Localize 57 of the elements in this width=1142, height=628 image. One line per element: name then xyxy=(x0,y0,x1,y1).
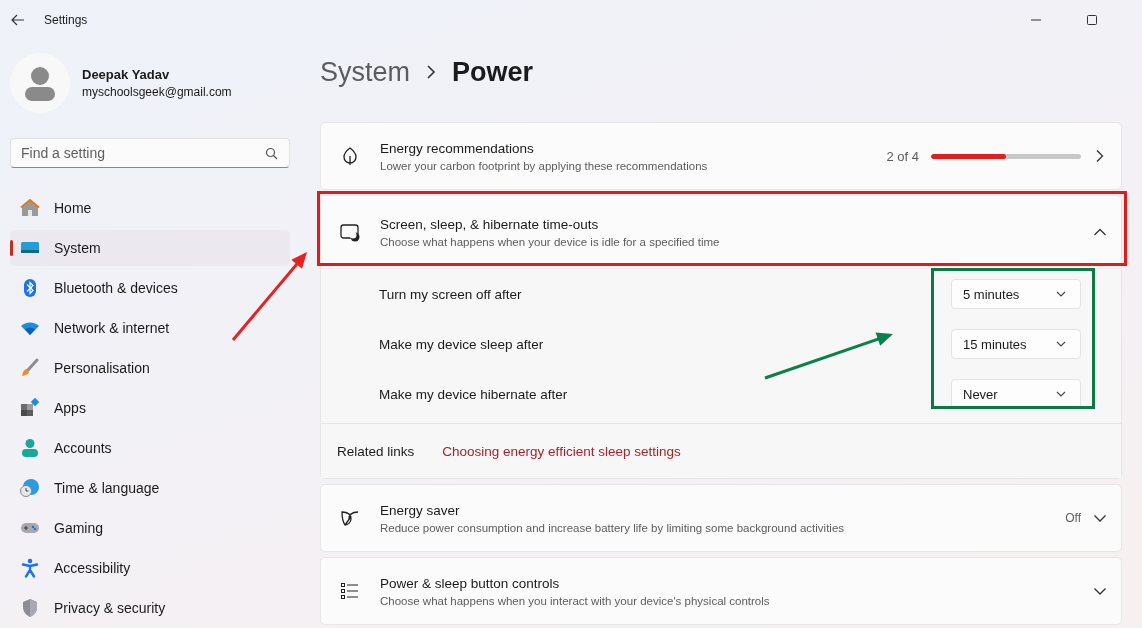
dropdown[interactable]: Never xyxy=(951,379,1081,409)
setting-label: Make my device hibernate after xyxy=(379,386,568,402)
card-header[interactable]: Energy recommendations Lower your carbon footprint by applying these recommendations 2 of 4 xyxy=(321,123,1121,189)
breadcrumb-parent[interactable]: System xyxy=(320,56,411,88)
time-icon xyxy=(20,478,40,498)
card-subtitle: Choose what happens when your device is idle for a specified time xyxy=(380,235,721,248)
home-icon xyxy=(20,198,40,218)
nav-item[interactable]: Time & language xyxy=(10,470,290,506)
related-links-label: Related links xyxy=(337,443,415,459)
setting-label: Make my device sleep after xyxy=(379,336,544,352)
window-title: Settings xyxy=(44,13,88,27)
nav-item[interactable]: Bluetooth & devices xyxy=(10,270,290,306)
maximize-icon[interactable] xyxy=(1086,14,1098,26)
avatar-icon[interactable] xyxy=(10,53,70,113)
nav-item[interactable]: Privacy & security xyxy=(10,590,290,626)
card-title: Energy recommendations xyxy=(380,140,535,156)
chevron-right-icon xyxy=(426,65,437,79)
nav-item[interactable]: Accessibility xyxy=(10,550,290,586)
status-text: Off xyxy=(1065,511,1081,525)
accounts-icon xyxy=(20,438,40,458)
dropdown[interactable]: 5 minutes xyxy=(951,279,1081,309)
card-title: Energy saver xyxy=(380,502,461,518)
nav-item[interactable]: Gaming xyxy=(10,510,290,546)
chevron-down-icon xyxy=(1056,339,1066,349)
apps-icon xyxy=(20,398,40,418)
chevron-down-icon xyxy=(1056,289,1066,299)
back-arrow-icon[interactable] xyxy=(11,14,25,26)
nav-item[interactable]: Apps xyxy=(10,390,290,426)
card-header[interactable]: Energy saver Reduce power consumption and increase battery life by limiting some background activities Off xyxy=(321,485,1121,551)
setting-label: Turn my screen off after xyxy=(379,286,522,302)
nav-item[interactable]: Accounts xyxy=(10,430,290,466)
card-title: Screen, sleep, & hibernate time-outs xyxy=(380,216,600,232)
nav-item[interactable]: System xyxy=(10,230,290,266)
leaf-icon xyxy=(340,146,360,166)
page-title: Power xyxy=(452,56,534,88)
card-header[interactable]: Screen, sleep, & hibernate time-outs Choose what happens when your device is idle for a specified time xyxy=(321,196,1121,268)
privacy-icon xyxy=(20,598,40,618)
user-email: myschoolsgeek@gmail.com xyxy=(82,85,232,99)
search-field[interactable]: Find a setting xyxy=(10,138,290,168)
search-icon xyxy=(265,147,278,160)
user-name: Deepak Yadav xyxy=(82,67,171,82)
nav-item[interactable]: Home xyxy=(10,190,290,226)
chevron-down-icon xyxy=(1056,389,1066,399)
list-icon xyxy=(340,581,360,601)
card-title: Power & sleep button controls xyxy=(380,575,561,591)
status-text: 2 of 4 xyxy=(886,148,919,164)
nav-item[interactable]: Network & internet xyxy=(10,310,290,346)
card-subtitle: Choose what happens when you interact with your device's physical controls xyxy=(380,594,771,607)
card-subtitle: Reduce power consumption and increase battery life by limiting some background activities xyxy=(380,521,846,534)
card-subtitle: Lower your carbon footprint by applying these recommendations xyxy=(380,159,709,172)
brush-icon xyxy=(20,358,40,378)
accessibility-icon xyxy=(20,558,40,578)
nav-item[interactable]: Personalisation xyxy=(10,350,290,386)
dropdown[interactable]: 15 minutes xyxy=(951,329,1081,359)
card-header[interactable]: Power & sleep button controls Choose what happens when you interact with your device's physical controls xyxy=(321,558,1121,624)
screen-sleep-icon xyxy=(340,222,360,242)
related-link[interactable]: Choosing energy efficient sleep settings xyxy=(442,443,681,459)
